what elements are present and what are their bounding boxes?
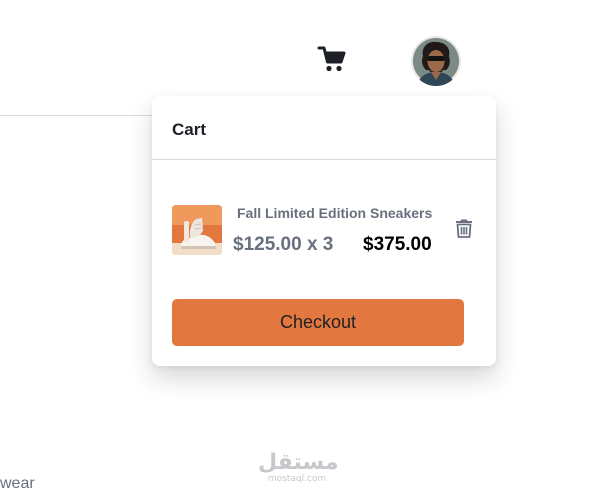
- cart-divider: [152, 159, 496, 160]
- product-name: Fall Limited Edition Sneakers: [237, 205, 433, 221]
- watermark: مستقل mostaql.com: [258, 450, 339, 484]
- header-divider: [0, 115, 155, 116]
- avatar[interactable]: [411, 36, 461, 86]
- cart-dropdown: Cart Fall Limited Edition Sneakers $125.…: [152, 96, 496, 366]
- watermark-arabic: مستقل: [258, 450, 339, 475]
- nav-link-fragment[interactable]: wear: [0, 475, 35, 493]
- sneaker-thumbnail-icon: [172, 205, 222, 255]
- trash-icon: [455, 218, 473, 243]
- unit-price-calculation: $125.00 x 3: [233, 234, 334, 255]
- cart-icon: [317, 45, 347, 78]
- line-total: $375.00: [363, 234, 432, 255]
- cart-button[interactable]: [315, 44, 349, 78]
- user-avatar-icon: [411, 36, 461, 86]
- checkout-button[interactable]: Checkout: [172, 299, 464, 346]
- delete-item-button[interactable]: [453, 218, 475, 242]
- watermark-latin: mostaql.com: [267, 474, 327, 484]
- cart-title: Cart: [172, 120, 207, 139]
